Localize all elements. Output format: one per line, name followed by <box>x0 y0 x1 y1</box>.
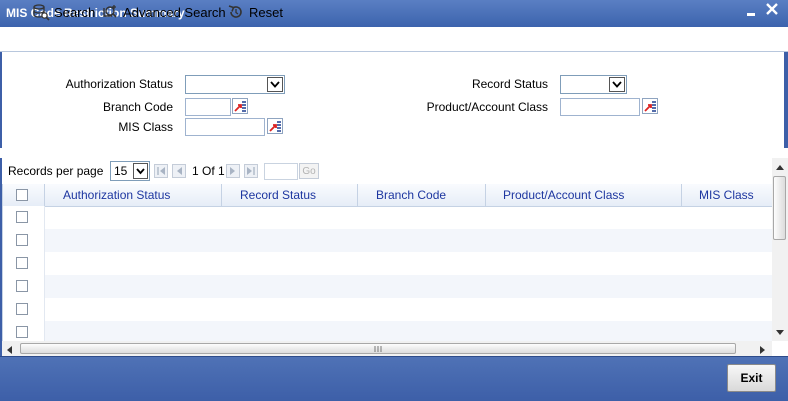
row-select-cell <box>3 252 45 275</box>
advanced-search-button[interactable]: Advanced Search <box>101 3 226 21</box>
branch-code-label: Branch Code <box>102 100 173 114</box>
mis-class-label: MIS Class <box>118 120 173 134</box>
chevron-down-icon <box>267 77 283 92</box>
vertical-scroll-thumb[interactable] <box>773 176 786 240</box>
results-grid: Authorization Status Record Status Branc… <box>2 184 773 341</box>
branch-code-input[interactable] <box>185 98 231 116</box>
row-checkbox[interactable] <box>16 211 28 223</box>
record-status-select[interactable] <box>560 75 627 94</box>
column-header-record-status[interactable]: Record Status <box>222 184 358 206</box>
page-number-input[interactable] <box>264 163 298 180</box>
advanced-search-label: Advanced Search <box>123 4 226 20</box>
chevron-down-icon <box>609 77 625 92</box>
search-label: Search <box>54 4 96 20</box>
row-select-cell <box>3 321 45 341</box>
row-checkbox[interactable] <box>16 280 28 292</box>
product-account-class-lov-icon[interactable] <box>642 98 658 114</box>
page-info: 1 Of 1 <box>192 164 225 178</box>
select-all-checkbox[interactable] <box>16 189 28 201</box>
records-per-page-select[interactable]: 15 <box>110 161 150 181</box>
search-icon <box>33 4 50 21</box>
records-per-page-label: Records per page <box>8 164 104 178</box>
section-divider <box>0 148 788 158</box>
previous-page-icon[interactable] <box>172 164 186 178</box>
authorization-status-label: Authorization Status <box>65 77 173 91</box>
column-header-branch-code[interactable]: Branch Code <box>358 184 486 206</box>
advanced-search-icon <box>103 5 117 18</box>
horizontal-scroll-thumb[interactable] <box>20 343 736 354</box>
go-button[interactable]: Go <box>299 163 319 179</box>
row-select-cell <box>3 206 45 229</box>
minimize-icon[interactable] <box>744 4 758 20</box>
table-row[interactable] <box>3 229 773 252</box>
chevron-down-icon <box>133 163 148 179</box>
scroll-down-icon[interactable] <box>775 326 785 340</box>
search-button[interactable]: Search <box>32 3 95 21</box>
footer-bar <box>0 356 788 401</box>
table-row[interactable] <box>3 252 773 275</box>
authorization-status-select[interactable] <box>185 75 285 94</box>
next-page-icon[interactable] <box>226 164 240 178</box>
exit-button[interactable]: Exit <box>727 364 776 392</box>
grid-header: Authorization Status Record Status Branc… <box>3 184 773 207</box>
record-status-label: Record Status <box>471 77 548 91</box>
row-checkbox[interactable] <box>16 303 28 315</box>
last-page-icon[interactable] <box>244 164 258 178</box>
row-select-cell <box>3 229 45 252</box>
row-select-cell <box>3 275 45 298</box>
toolbar <box>0 27 788 52</box>
table-row[interactable] <box>3 298 773 321</box>
product-account-class-label: Product/Account Class <box>426 100 548 114</box>
reset-button[interactable]: Reset <box>227 3 283 21</box>
frame-right <box>784 52 788 158</box>
row-checkbox[interactable] <box>16 234 28 246</box>
first-page-icon[interactable] <box>154 164 168 178</box>
select-all-cell <box>3 184 45 206</box>
table-row[interactable] <box>3 206 773 229</box>
column-header-authorization-status[interactable]: Authorization Status <box>45 184 222 206</box>
row-checkbox[interactable] <box>16 257 28 269</box>
row-checkbox[interactable] <box>16 326 28 338</box>
product-account-class-input[interactable] <box>560 98 640 116</box>
mis-class-lov-icon[interactable] <box>267 118 283 134</box>
mis-class-input[interactable] <box>185 118 265 136</box>
close-icon[interactable] <box>764 2 780 20</box>
column-header-product-account-class[interactable]: Product/Account Class <box>486 184 682 206</box>
records-per-page-value: 15 <box>114 164 128 178</box>
table-row[interactable] <box>3 275 773 298</box>
reset-icon <box>228 5 242 18</box>
grip-icon <box>374 346 382 352</box>
scroll-up-icon[interactable] <box>775 160 785 174</box>
branch-code-lov-icon[interactable] <box>232 98 248 114</box>
table-row[interactable] <box>3 321 773 341</box>
row-select-cell <box>3 298 45 321</box>
column-header-mis-class[interactable]: MIS Class <box>682 184 773 206</box>
reset-label: Reset <box>249 4 283 20</box>
